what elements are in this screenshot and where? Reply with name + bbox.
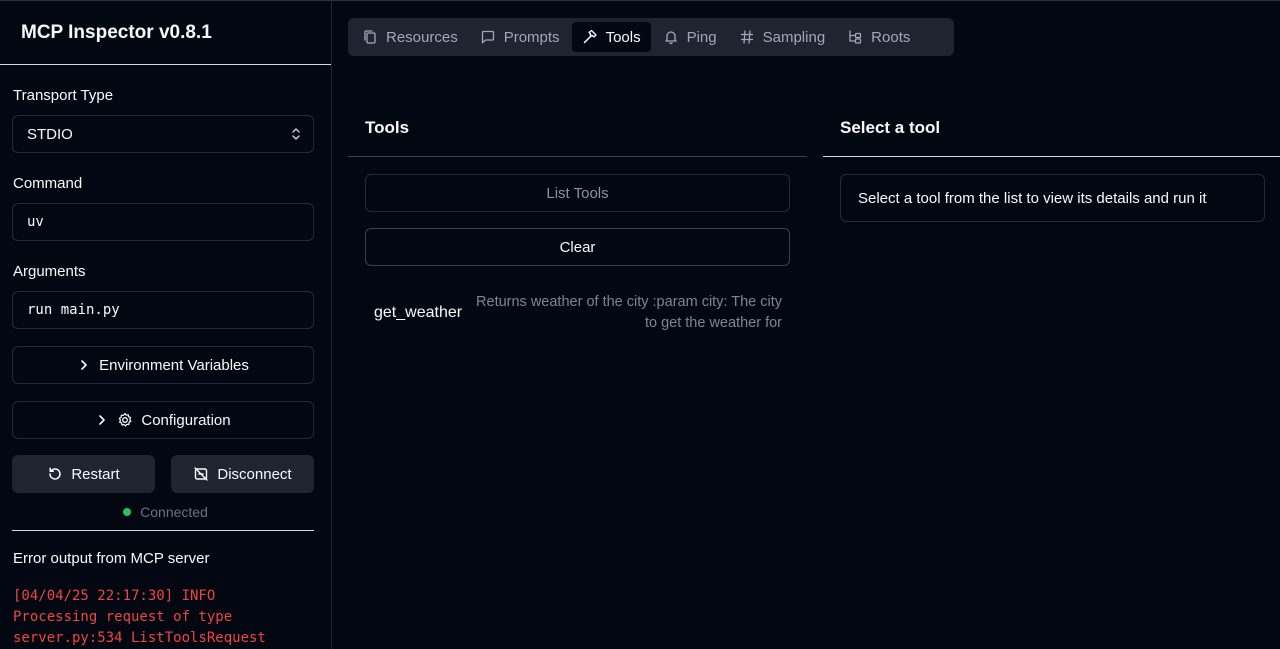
error-output-log: [04/04/25 22:17:30] INFO Processing reque… xyxy=(13,586,323,649)
error-line: Processing request of type xyxy=(13,609,233,625)
arguments-input[interactable]: run main.py xyxy=(12,291,314,329)
disconnect-button[interactable]: Disconnect xyxy=(171,455,314,493)
title-divider xyxy=(0,64,331,65)
bell-icon xyxy=(664,31,677,45)
configuration-label: Configuration xyxy=(141,411,231,429)
tab-roots-label: Roots xyxy=(871,28,911,46)
detail-panel-divider xyxy=(823,156,1280,157)
error-line: [04/04/25 22:17:30] INFO xyxy=(13,588,216,604)
disconnect-label: Disconnect xyxy=(217,465,292,483)
command-value: uv xyxy=(27,214,44,230)
tools-panel-divider xyxy=(348,156,807,157)
command-label: Command xyxy=(13,175,83,192)
clear-label: Clear xyxy=(559,238,596,256)
tab-prompts[interactable]: Prompts xyxy=(470,22,570,52)
hash-icon xyxy=(740,30,753,44)
tool-list-item[interactable]: get_weather Returns weather of the city … xyxy=(365,290,790,338)
transport-type-select[interactable]: STDIO xyxy=(12,115,314,153)
status-text: Connected xyxy=(140,504,208,520)
error-line: server.py:534 ListToolsRequest xyxy=(13,630,266,646)
transport-type-label: Transport Type xyxy=(13,87,114,104)
folder-tree-icon xyxy=(849,30,862,44)
tab-ping[interactable]: Ping xyxy=(653,22,727,52)
error-output-title: Error output from MCP server xyxy=(13,550,210,567)
chevrons-up-down-icon xyxy=(292,128,300,140)
gear-icon xyxy=(119,412,132,427)
unplug-icon xyxy=(194,467,209,481)
message-square-icon xyxy=(481,30,494,44)
chevron-right-icon xyxy=(99,415,106,425)
tab-sampling-label: Sampling xyxy=(762,28,826,46)
environment-variables-button[interactable]: Environment Variables xyxy=(12,346,314,384)
command-input[interactable]: uv xyxy=(12,203,314,241)
app-title: MCP Inspector v0.8.1 xyxy=(21,22,212,43)
arguments-value: run main.py xyxy=(27,302,120,318)
tool-description: Returns weather of the city :param city:… xyxy=(476,294,782,331)
tab-resources[interactable]: Resources xyxy=(352,22,468,52)
tab-sampling[interactable]: Sampling xyxy=(729,22,836,52)
tab-ping-label: Ping xyxy=(686,28,717,46)
clear-button[interactable]: Clear xyxy=(365,228,790,266)
tab-bar: Resources Prompts Tools Ping Sampling Ro… xyxy=(348,18,954,56)
copy-icon xyxy=(364,30,376,44)
detail-panel-title: Select a tool xyxy=(840,118,941,137)
error-divider xyxy=(12,530,314,531)
status-dot-icon xyxy=(123,508,132,516)
tool-detail-placeholder: Select a tool from the list to view its … xyxy=(840,174,1265,222)
restart-button[interactable]: Restart xyxy=(12,455,155,493)
restart-label: Restart xyxy=(71,465,120,483)
environment-variables-label: Environment Variables xyxy=(99,356,249,374)
configuration-button[interactable]: Configuration xyxy=(12,401,314,439)
list-tools-label: List Tools xyxy=(546,184,609,202)
tool-name: get_weather xyxy=(374,304,463,321)
tab-roots[interactable]: Roots xyxy=(837,22,920,52)
sidebar: MCP Inspector v0.8.1 Transport Type STDI… xyxy=(0,0,332,649)
tools-panel-title: Tools xyxy=(365,118,410,137)
connection-status: Connected xyxy=(0,503,331,521)
chevron-right-icon xyxy=(81,360,87,370)
rotate-ccw-icon xyxy=(49,467,62,480)
tool-detail-text: Select a tool from the list to view its … xyxy=(858,189,1207,207)
hammer-icon xyxy=(583,29,597,44)
tab-resources-label: Resources xyxy=(386,28,458,46)
transport-type-value: STDIO xyxy=(27,125,73,143)
list-tools-button[interactable]: List Tools xyxy=(365,174,790,212)
tab-tools-label: Tools xyxy=(605,28,641,46)
tab-tools[interactable]: Tools xyxy=(571,22,651,52)
tab-prompts-label: Prompts xyxy=(503,28,560,46)
arguments-label: Arguments xyxy=(13,263,86,280)
